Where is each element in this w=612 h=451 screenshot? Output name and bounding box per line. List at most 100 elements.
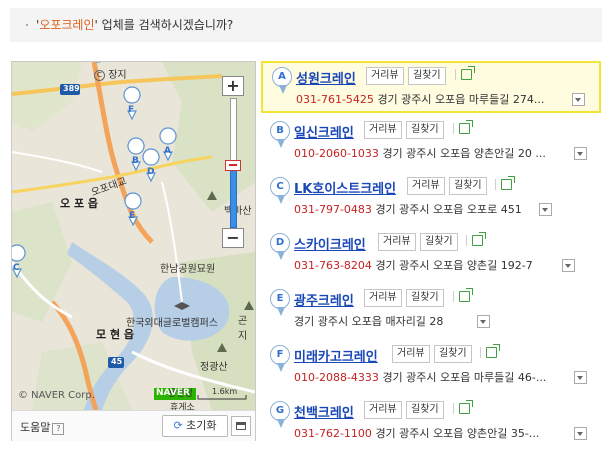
address: 경기 광주시 오포읍 마루들길 46-...: [382, 371, 547, 384]
chevron-down-icon[interactable]: [574, 371, 587, 384]
contact-line: 010-2060-1033 경기 광주시 오포읍 양촌안길 20 ...: [294, 145, 546, 161]
directions-button[interactable]: 길찾기: [406, 401, 444, 419]
list-item[interactable]: D 스카이크레인 거리뷰 길찾기 031-763-8204 경기 광주시 오포읍…: [261, 229, 601, 281]
map-marker-d[interactable]: D: [147, 167, 154, 177]
reset-button[interactable]: ⟳ 초기화: [162, 415, 228, 437]
directions-button[interactable]: 길찾기: [408, 67, 446, 85]
zoom-out-button[interactable]: −: [222, 228, 244, 248]
chevron-down-icon[interactable]: [572, 93, 585, 106]
chevron-down-icon[interactable]: [562, 259, 575, 272]
phone-number: 031-797-0483: [294, 203, 372, 216]
street-view-button[interactable]: 거리뷰: [378, 233, 416, 251]
divider: [453, 291, 454, 302]
map-marker-c[interactable]: C: [13, 263, 20, 273]
street-view-button[interactable]: 거리뷰: [407, 177, 445, 195]
address: 경기 광주시 오포읍 오포로 451: [375, 203, 522, 216]
address: 경기 광주시 오포읍 양촌안길 35-...: [375, 427, 540, 440]
marker-pin-icon: G: [270, 401, 290, 428]
label-jeonggwangsan: 정광산: [200, 362, 228, 373]
label-gonji: 곤지: [238, 316, 248, 342]
street-view-button[interactable]: 거리뷰: [364, 121, 402, 139]
label-mohyeon-eup: 모 현 읍: [96, 328, 135, 341]
directions-button[interactable]: 길찾기: [406, 289, 444, 307]
external-link-icon[interactable]: [501, 176, 515, 190]
external-link-icon[interactable]: [459, 288, 473, 302]
business-name-link[interactable]: 광주크레인: [294, 290, 354, 309]
list-item[interactable]: F 미래카고크레인 거리뷰 길찾기 010-2088-4333 경기 광주시 오…: [261, 341, 601, 393]
business-name-link[interactable]: 미래카고크레인: [294, 346, 378, 365]
map-scale: 1.6km: [212, 387, 238, 396]
directions-button[interactable]: 길찾기: [406, 121, 444, 139]
contact-line: 031-761-5425 경기 광주시 오포읍 마루들길 274...: [296, 91, 544, 107]
chevron-down-icon[interactable]: [574, 147, 587, 160]
bullet-dot: [26, 24, 28, 26]
chevron-down-icon[interactable]: [539, 203, 552, 216]
directions-button[interactable]: 길찾기: [434, 345, 472, 363]
chevron-down-icon[interactable]: [477, 315, 490, 328]
map-marker-b[interactable]: B: [132, 156, 139, 166]
search-suggestion[interactable]: '오포크레인' 업체를 검색하시겠습니까?: [36, 18, 233, 32]
external-link-icon[interactable]: [461, 66, 475, 80]
list-item[interactable]: E 광주크레인 거리뷰 길찾기 경기 광주시 오포읍 매자리길 28: [261, 285, 601, 337]
divider: [453, 123, 454, 134]
fullscreen-button[interactable]: [231, 416, 251, 436]
place-label: C 장지: [94, 66, 127, 81]
list-item[interactable]: C LK호이스트크레인 거리뷰 길찾기 031-797-0483 경기 광주시 …: [261, 173, 601, 225]
naver-logo: NAVER: [156, 388, 190, 398]
street-view-button[interactable]: 거리뷰: [364, 289, 402, 307]
external-link-icon[interactable]: [472, 232, 486, 246]
label-jangji: 장지: [108, 70, 127, 81]
address: 경기 광주시 오포읍 양촌길 192-7: [375, 259, 533, 272]
business-name-link[interactable]: 일신크레인: [294, 122, 354, 141]
business-name-link[interactable]: 성원크레인: [296, 68, 356, 87]
address: 경기 광주시 오포읍 매자리길 28: [294, 315, 444, 328]
search-suggestion-bar: '오포크레인' 업체를 검색하시겠습니까?: [10, 8, 602, 42]
window-icon: [236, 422, 246, 430]
label-opo-eup: 오 포 읍: [60, 197, 99, 210]
street-view-button[interactable]: 거리뷰: [364, 401, 402, 419]
phone-number: 010-2088-4333: [294, 371, 379, 384]
external-link-icon[interactable]: [486, 344, 500, 358]
directions-button[interactable]: 길찾기: [420, 233, 458, 251]
route-shield-45: 45: [111, 357, 123, 366]
reset-label: 초기화: [186, 419, 217, 432]
business-name-link[interactable]: 천백크레인: [294, 402, 354, 421]
street-view-button[interactable]: 거리뷰: [366, 67, 404, 85]
suggested-keyword[interactable]: 오포크레인: [39, 18, 94, 32]
list-item[interactable]: G 천백크레인 거리뷰 길찾기 031-762-1100 경기 광주시 오포읍 …: [261, 397, 601, 449]
route-shield-389: 389: [63, 84, 80, 93]
zoom-in-button[interactable]: +: [222, 76, 244, 96]
directions-button[interactable]: 길찾기: [449, 177, 487, 195]
address: 경기 광주시 오포읍 마루들길 274...: [377, 93, 545, 106]
external-link-icon[interactable]: [459, 120, 473, 134]
divider: [455, 69, 456, 80]
list-item[interactable]: B 일신크레인 거리뷰 길찾기 010-2060-1033 경기 광주시 오포읍…: [261, 117, 601, 169]
phone-number: 031-761-5425: [296, 93, 374, 106]
divider: [453, 403, 454, 414]
address: 경기 광주시 오포읍 양촌안길 20 ...: [382, 147, 546, 160]
zoom-control: + −: [222, 76, 244, 248]
help-link[interactable]: 도움말?: [20, 419, 65, 435]
street-view-button[interactable]: 거리뷰: [392, 345, 430, 363]
phone-number: 031-762-1100: [294, 427, 372, 440]
map-marker-e[interactable]: E: [129, 211, 135, 221]
map-marker-a[interactable]: A: [164, 146, 171, 156]
marker-pin-icon: A: [272, 67, 292, 94]
map-footer: 도움말? ⟳ 초기화: [12, 410, 255, 441]
contact-line: 010-2088-4333 경기 광주시 오포읍 마루들길 46-...: [294, 369, 546, 385]
help-icon[interactable]: ?: [52, 423, 65, 435]
marker-pin-icon: E: [270, 289, 290, 316]
business-name-link[interactable]: 스카이크레인: [294, 234, 366, 253]
map-view[interactable]: C 장지 389 오포대교 오 포 읍 백마산 한남공원묘원 한국외대글로벌캠퍼…: [12, 62, 255, 410]
chevron-down-icon[interactable]: [574, 427, 587, 440]
map-marker-f[interactable]: F: [128, 105, 134, 115]
refresh-icon: ⟳: [173, 419, 183, 432]
business-name-link[interactable]: LK호이스트크레인: [294, 178, 396, 197]
marker-pin-icon: F: [270, 345, 290, 372]
contact-line: 경기 광주시 오포읍 매자리길 28: [294, 313, 443, 329]
map-panel: C 장지 389 오포대교 오 포 읍 백마산 한남공원묘원 한국외대글로벌캠퍼…: [11, 61, 256, 441]
divider: [466, 235, 467, 246]
list-item[interactable]: A 성원크레인 거리뷰 길찾기 031-761-5425 경기 광주시 오포읍 …: [261, 61, 601, 113]
external-link-icon[interactable]: [459, 400, 473, 414]
zoom-slider-handle[interactable]: [225, 160, 241, 171]
